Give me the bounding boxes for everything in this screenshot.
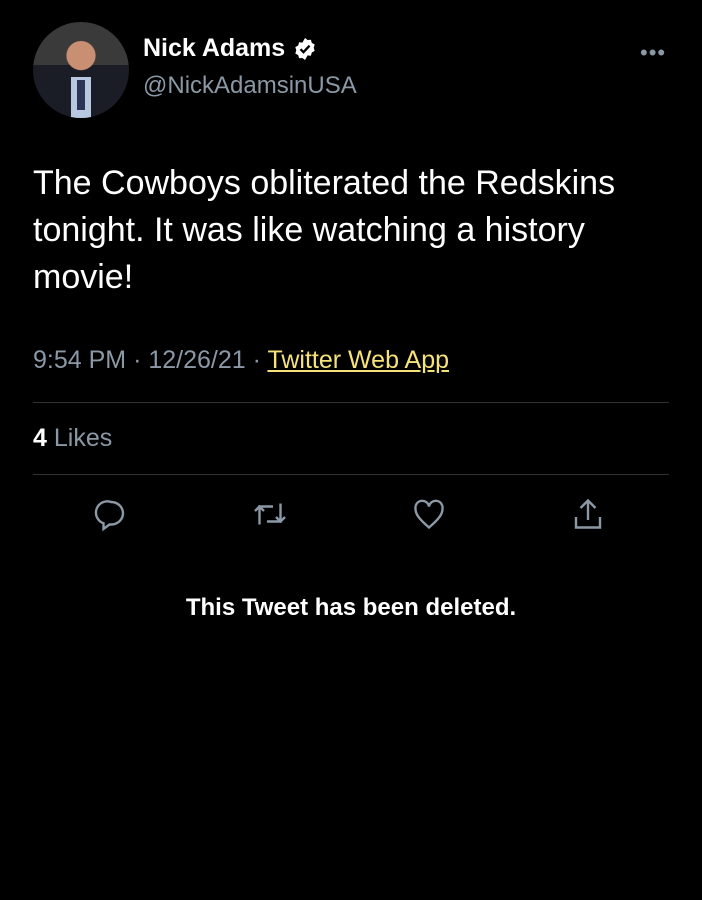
avatar-tie — [77, 80, 85, 110]
verified-badge-icon — [295, 37, 315, 60]
tweet-meta: 9:54 PM · 12/26/21 · Twitter Web App — [33, 346, 449, 375]
reply-icon[interactable] — [93, 496, 129, 532]
divider — [33, 474, 669, 475]
separator: · — [133, 346, 142, 374]
display-name[interactable]: Nick Adams — [143, 34, 317, 63]
like-icon[interactable] — [411, 496, 447, 532]
avatar[interactable] — [33, 22, 129, 118]
divider — [33, 402, 669, 403]
likes-label: Likes — [53, 424, 113, 452]
tweet-time: 9:54 PM — [33, 346, 127, 374]
user-handle[interactable]: @NickAdamsinUSA — [143, 72, 357, 100]
tweet-text: The Cowboys obliterated the Redskins ton… — [33, 164, 616, 296]
display-name-text: Nick Adams — [143, 34, 286, 62]
retweet-icon[interactable] — [252, 496, 288, 532]
likes-count[interactable]: 4 Likes — [33, 424, 112, 453]
share-icon[interactable] — [570, 496, 606, 532]
source-link[interactable]: Twitter Web App — [267, 346, 449, 374]
likes-number: 4 — [33, 424, 47, 452]
more-options-icon[interactable]: ••• — [640, 40, 666, 66]
separator: · — [252, 346, 261, 374]
deleted-notice: This Tweet has been deleted. — [185, 594, 517, 621]
tweet-date: 12/26/21 — [148, 346, 246, 374]
